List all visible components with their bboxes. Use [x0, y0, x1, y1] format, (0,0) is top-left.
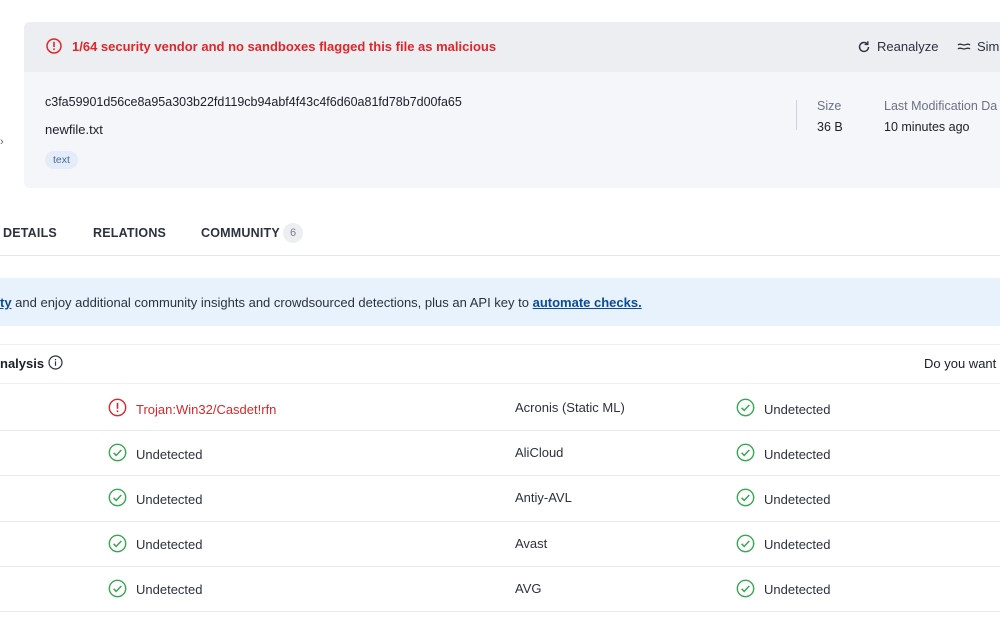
table-row: Undetected AVG Undetected: [0, 567, 1000, 612]
tab-community[interactable]: COMMUNITY: [201, 226, 280, 240]
community-count-badge: 6: [283, 223, 303, 243]
vendor-name: Antiy-AVL: [515, 490, 572, 506]
check-circle-icon: [108, 443, 127, 465]
result-label: Trojan:Win32/Casdet!rfn: [136, 401, 277, 417]
check-circle-icon: [736, 443, 755, 465]
undetected-result: Undetected: [108, 488, 203, 510]
table-row: Undetected AliCloud Undetected: [0, 431, 1000, 477]
detections-table: Trojan:Win32/Casdet!rfn Acronis (Static M…: [0, 386, 1000, 612]
result-label: Undetected: [764, 582, 831, 598]
reanalyze-label: Reanalyze: [877, 39, 939, 54]
result-label: Undetected: [136, 491, 203, 507]
tab-relations[interactable]: RELATIONS: [93, 226, 166, 240]
undetected-result: Undetected: [108, 534, 203, 556]
similar-label: Sim: [977, 39, 1000, 54]
promo-body-text: and enjoy additional community insights …: [11, 295, 533, 310]
info-icon[interactable]: [48, 355, 63, 370]
analysis-title: nalysis: [0, 356, 45, 371]
result-label: Undetected: [136, 582, 203, 598]
promo-text: ty and enjoy additional community insigh…: [0, 295, 642, 310]
file-hash[interactable]: c3fa59901d56ce8a95a303b22fd119cb94abf4f4…: [45, 95, 462, 109]
alert-circle-icon: [46, 38, 62, 54]
check-circle-icon: [736, 534, 755, 556]
left-edge-marker: ›: [0, 136, 4, 148]
check-circle-icon: [108, 534, 127, 556]
similar-button[interactable]: Sim: [957, 39, 999, 54]
last-modification-value: 10 minutes ago: [884, 120, 970, 134]
file-name: newfile.txt: [45, 122, 103, 137]
vendor-name: Acronis (Static ML): [515, 400, 625, 415]
file-type-tag[interactable]: text: [45, 151, 78, 169]
security-analysis-header: nalysis Do you want t: [0, 344, 1000, 384]
meta-divider: [796, 100, 797, 130]
undetected-result: Undetected: [108, 443, 203, 465]
size-value: 36 B: [817, 120, 843, 134]
check-circle-icon: [736, 579, 755, 601]
undetected-result: Undetected: [108, 579, 203, 601]
vendor-name: AVG: [515, 580, 542, 596]
file-summary-card: 1/64 security vendor and no sandboxes fl…: [24, 22, 1000, 188]
check-circle-icon: [108, 579, 127, 601]
alert-circle-icon: [108, 398, 127, 420]
refresh-icon: [858, 40, 870, 52]
similar-icon: [957, 42, 971, 50]
vendor-name: AliCloud: [515, 445, 564, 461]
result-label: Undetected: [764, 491, 831, 507]
reanalyze-button[interactable]: Reanalyze: [857, 39, 938, 54]
result-label: Undetected: [764, 446, 831, 462]
size-label: Size: [817, 99, 842, 113]
vendor-name: Avast: [515, 535, 548, 551]
malicious-result: Trojan:Win32/Casdet!rfn: [108, 398, 276, 420]
table-row: Trojan:Win32/Casdet!rfn Acronis (Static M…: [0, 386, 1000, 432]
result-label: Undetected: [764, 401, 831, 417]
last-modification-label: Last Modification Da: [884, 99, 998, 113]
tab-details[interactable]: DETAILS: [3, 226, 57, 240]
analysis-prompt-text: Do you want t: [924, 356, 1000, 371]
undetected-result: Undetected: [736, 488, 831, 510]
undetected-result: Undetected: [736, 398, 831, 420]
undetected-result: Undetected: [736, 443, 831, 465]
table-row: Undetected Avast Undetected: [0, 522, 1000, 567]
result-label: Undetected: [136, 446, 203, 462]
automate-checks-link[interactable]: automate checks.: [533, 295, 642, 310]
result-label: Undetected: [136, 537, 203, 553]
promo-community-link[interactable]: ty: [0, 295, 12, 310]
signup-promo-banner: ty and enjoy additional community insigh…: [0, 278, 1000, 326]
check-circle-icon: [736, 398, 755, 420]
undetected-result: Undetected: [736, 579, 831, 601]
table-row: Undetected Antiy-AVL Undetected: [0, 476, 1000, 522]
check-circle-icon: [108, 488, 127, 510]
undetected-result: Undetected: [736, 534, 831, 556]
detection-alert-bar: 1/64 security vendor and no sandboxes fl…: [24, 22, 1000, 72]
result-label: Undetected: [764, 537, 831, 553]
detection-alert-text: 1/64 security vendor and no sandboxes fl…: [72, 39, 497, 54]
check-circle-icon: [736, 488, 755, 510]
tab-bar: DETAILS RELATIONS COMMUNITY 6: [0, 214, 1000, 256]
